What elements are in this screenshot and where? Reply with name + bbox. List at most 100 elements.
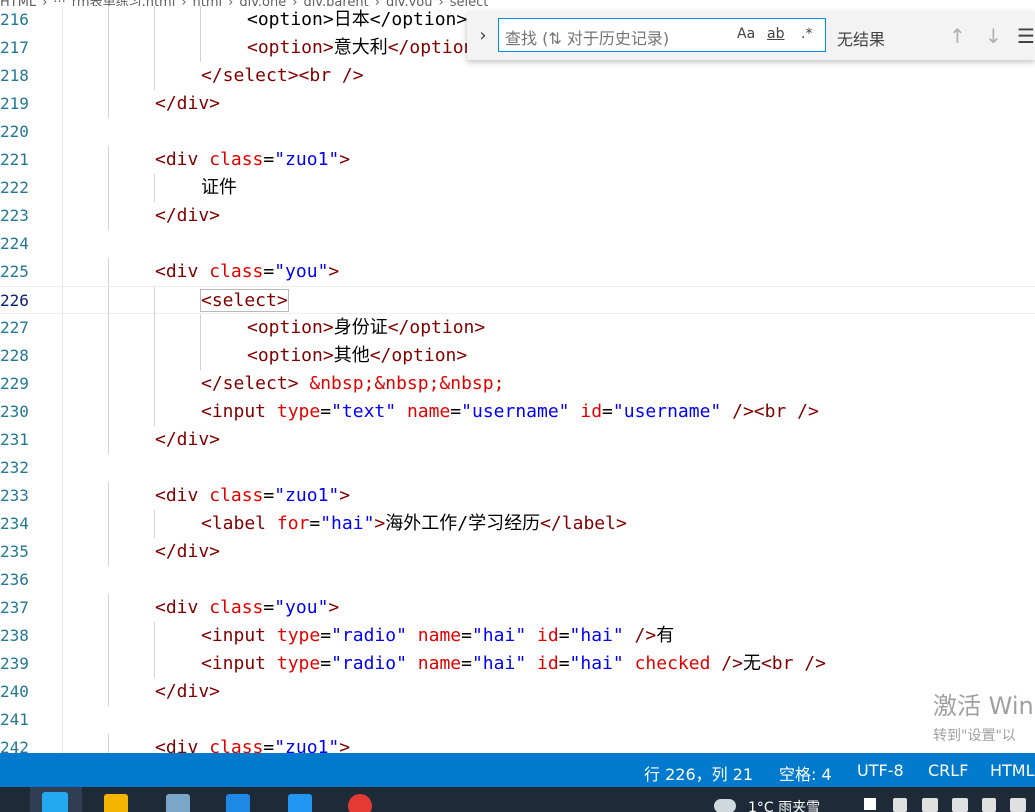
code-token: =: [263, 737, 275, 753]
code-line[interactable]: 236: [0, 566, 1035, 594]
indent-guide: [200, 6, 201, 34]
code-line[interactable]: 237 <div class="you">: [0, 594, 1035, 622]
indent-guide: [108, 314, 109, 342]
code-line[interactable]: 229 </select> &nbsp;&nbsp;&nbsp;: [0, 370, 1035, 398]
file-explorer-icon[interactable]: [104, 794, 128, 812]
code-token: name: [417, 653, 462, 674]
indent-guide: [108, 6, 109, 34]
code-line[interactable]: 221 <div class="zuo1">: [0, 146, 1035, 174]
code-line[interactable]: 230 <input type="text" name="username" id…: [0, 398, 1035, 426]
indent-guide: [108, 90, 109, 118]
code-token: &nbsp;&nbsp;&nbsp;: [309, 373, 505, 394]
code-line[interactable]: 235 </div>: [0, 538, 1035, 566]
code-line[interactable]: 220: [0, 118, 1035, 146]
weather-text[interactable]: 1°C 雨夹雪: [748, 797, 820, 812]
weather-cloud-icon: [714, 799, 736, 812]
regex-button[interactable]: .*: [801, 26, 812, 42]
toggle-replace-chevron-icon[interactable]: ›: [473, 24, 493, 48]
code-line[interactable]: 231 </div>: [0, 426, 1035, 454]
volume-icon[interactable]: [1010, 798, 1026, 812]
code-line[interactable]: 241: [0, 706, 1035, 734]
line-number: 222: [0, 178, 29, 197]
network-icon[interactable]: [893, 798, 907, 812]
code-token: =: [263, 149, 275, 170]
line-number: 224: [0, 234, 29, 253]
code-token: =: [309, 513, 321, 534]
find-result-count: 无结果: [837, 30, 886, 49]
encoding-status[interactable]: UTF-8: [857, 761, 904, 780]
code-token: 身份证: [333, 317, 388, 338]
code-line[interactable]: 224: [0, 230, 1035, 258]
line-number: 233: [0, 486, 29, 505]
action-center-icon[interactable]: [952, 798, 968, 812]
indent-guide: [200, 342, 201, 370]
indentation-status[interactable]: 空格: 4: [779, 761, 832, 785]
code-line[interactable]: 228 <option>其他</option>: [0, 342, 1035, 370]
display-icon[interactable]: [982, 798, 996, 812]
code-line[interactable]: 238 <input type="radio" name="hai" id="ha…: [0, 622, 1035, 650]
code-line[interactable]: 225 <div class="you">: [0, 258, 1035, 286]
code-line[interactable]: 218 </select><br />: [0, 62, 1035, 90]
whole-word-button[interactable]: ab: [767, 26, 784, 42]
code-line[interactable]: 219 </div>: [0, 90, 1035, 118]
code-text: <select>: [200, 287, 289, 315]
find-input[interactable]: 查找 (⇅ 对于历史记录) Aa ab .*: [498, 18, 826, 52]
chrome-icon[interactable]: [348, 794, 372, 812]
code-token: </option>: [387, 317, 486, 338]
messenger-icon[interactable]: [226, 794, 250, 812]
eol-status[interactable]: CRLF: [928, 761, 968, 780]
chevron-up-icon[interactable]: [864, 798, 876, 810]
code-line[interactable]: 232: [0, 454, 1035, 482]
code-token: >: [339, 485, 351, 506]
code-text: <option>意大利</option>: [247, 34, 485, 62]
code-token: =: [558, 625, 570, 646]
code-token: 其他: [333, 345, 370, 366]
security-shield-icon[interactable]: [922, 798, 938, 812]
line-number: 227: [0, 318, 29, 337]
notes-app-icon[interactable]: [166, 794, 190, 812]
code-token: <option>: [247, 345, 334, 366]
indent-guide: [154, 34, 155, 62]
code-editor[interactable]: 216 <option>日本</option> 217 <option>意大利</op…: [0, 6, 1035, 753]
code-token: =: [263, 485, 275, 506]
code-token: </select><br />: [201, 65, 364, 86]
code-line[interactable]: 239 <input type="radio" name="hai" id="ha…: [0, 650, 1035, 678]
find-placeholder: 查找 (⇅ 对于历史记录): [505, 29, 670, 48]
windows-taskbar: 1°C 雨夹雪: [0, 787, 1035, 812]
code-line[interactable]: 234 <label for="hai">海外工作/学习经历</label>: [0, 510, 1035, 538]
code-line[interactable]: 222 证件: [0, 174, 1035, 202]
find-in-selection-menu-icon[interactable]: ☰: [1017, 24, 1035, 48]
code-token: =: [461, 653, 472, 674]
code-line[interactable]: 240 </div>: [0, 678, 1035, 706]
match-case-button[interactable]: Aa: [737, 26, 755, 42]
line-number: 234: [0, 514, 29, 533]
previous-match-arrow-up-icon[interactable]: ↑: [949, 24, 966, 48]
indent-guide: [154, 650, 155, 678]
language-mode[interactable]: HTML: [990, 761, 1035, 780]
code-token: 意大利: [333, 37, 388, 58]
indent-guide: [108, 594, 109, 622]
indent-guide: [108, 342, 109, 370]
code-line[interactable]: 223 </div>: [0, 202, 1035, 230]
store-icon[interactable]: [288, 794, 312, 812]
line-number: 218: [0, 66, 29, 85]
code-token: >: [328, 597, 340, 618]
code-token: "hai": [320, 513, 375, 534]
code-text: </select> &nbsp;&nbsp;&nbsp;: [201, 370, 504, 398]
code-text: <option>身份证</option>: [247, 314, 485, 342]
code-token: "hai": [471, 625, 527, 646]
indent-guide: [154, 174, 155, 202]
code-line[interactable]: 227 <option>身份证</option>: [0, 314, 1035, 342]
code-token: =: [263, 597, 275, 618]
code-token: type: [276, 401, 321, 422]
code-line[interactable]: 242 <div class="zuo1">: [0, 734, 1035, 753]
indent-guide: [154, 622, 155, 650]
cursor-position[interactable]: 行 226，列 21: [644, 761, 753, 785]
code-line[interactable]: 226 <select>: [0, 286, 1035, 315]
code-token: <br />: [760, 653, 826, 674]
code-token: 证件: [201, 177, 237, 198]
code-line[interactable]: 233 <div class="zuo1">: [0, 482, 1035, 510]
code-token: "username": [612, 401, 722, 422]
next-match-arrow-down-icon[interactable]: ↓: [985, 24, 1002, 48]
